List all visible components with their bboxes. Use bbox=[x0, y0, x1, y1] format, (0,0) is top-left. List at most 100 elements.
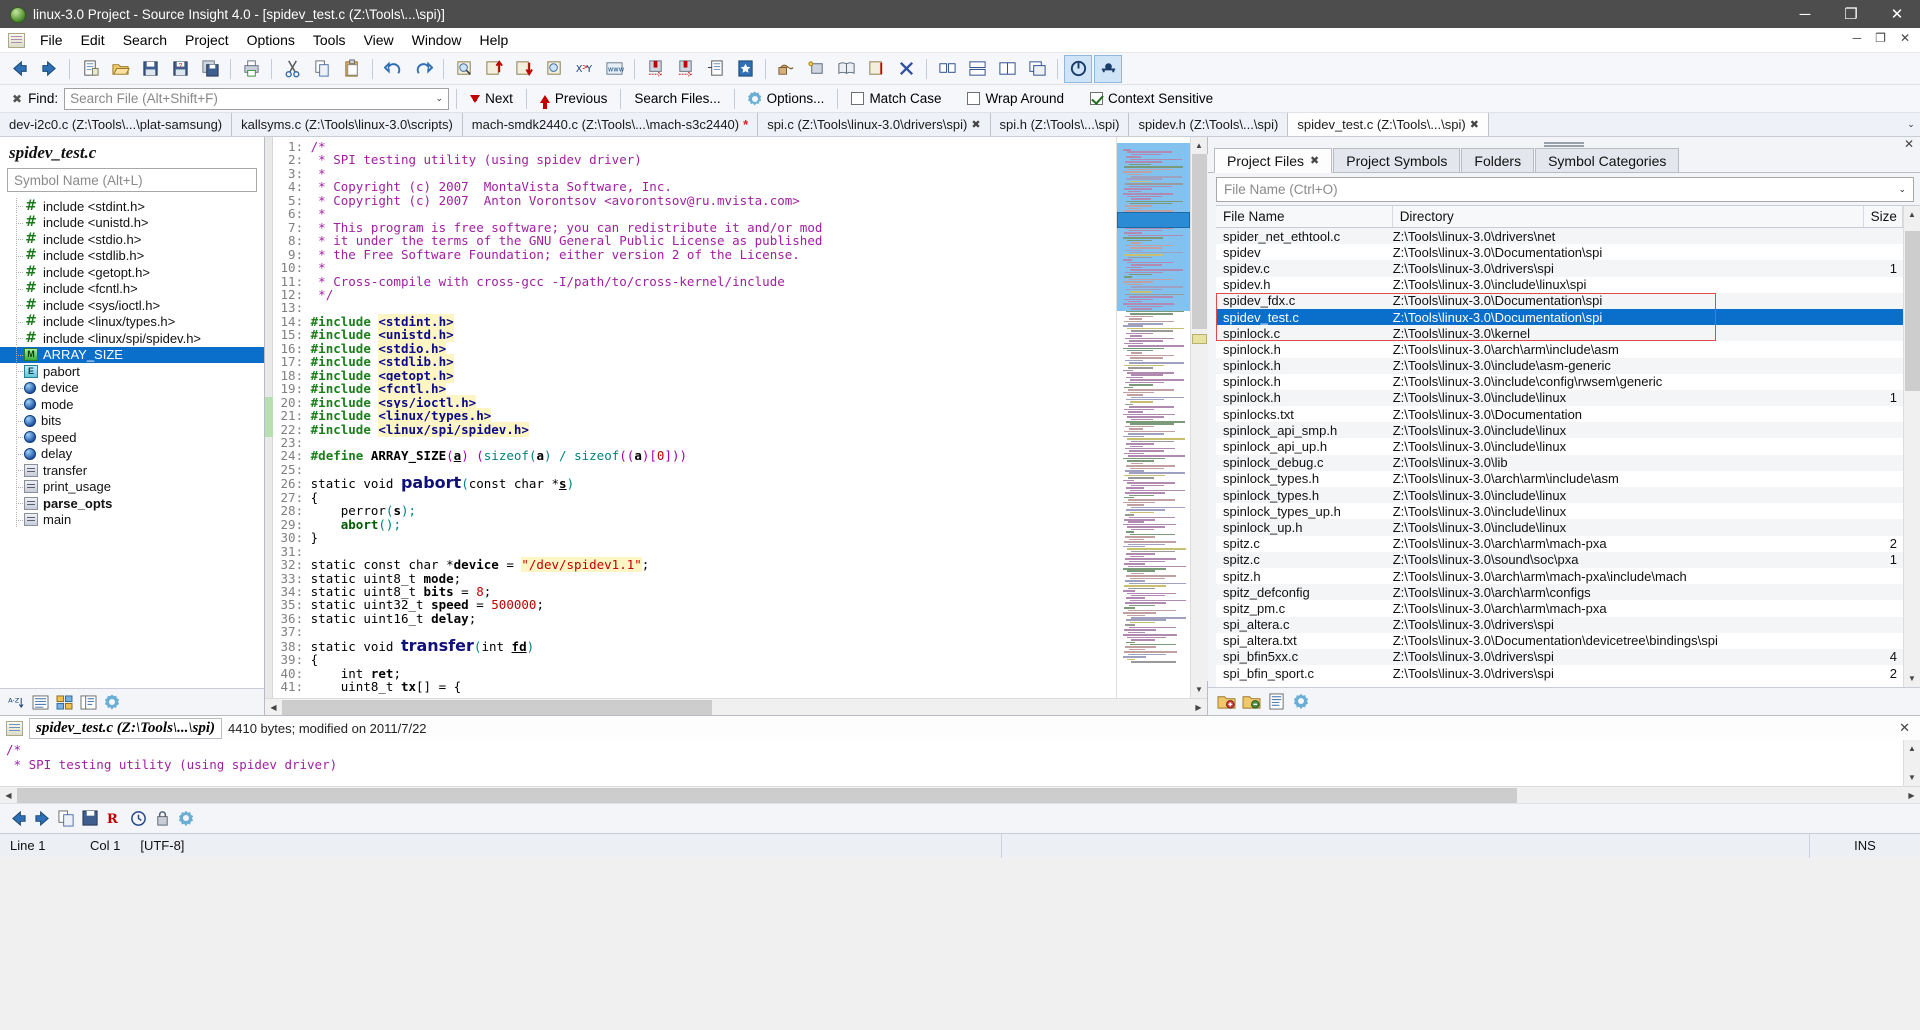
back-icon[interactable] bbox=[8, 809, 28, 828]
scroll-thumb-h[interactable] bbox=[282, 699, 712, 715]
column-header-size[interactable]: Size bbox=[1864, 206, 1903, 227]
symbol-list-item[interactable]: # include <stdio.h> bbox=[0, 231, 264, 248]
table-row[interactable]: spinlock_types.h Z:\Tools\linux-3.0\inclu… bbox=[1216, 487, 1903, 504]
back-icon[interactable] bbox=[5, 55, 33, 83]
save-as-icon[interactable]: ? bbox=[166, 55, 194, 83]
open-file-icon[interactable] bbox=[106, 55, 134, 83]
search-prev-icon[interactable] bbox=[480, 55, 508, 83]
context-horizontal-scrollbar[interactable]: ◀ ▶ bbox=[0, 786, 1920, 803]
symbol-list-item[interactable]: Epabort bbox=[0, 363, 264, 380]
chevron-down-icon[interactable]: ⌄ bbox=[436, 93, 447, 104]
window-cascade-icon[interactable] bbox=[1023, 55, 1051, 83]
find-previous-button[interactable]: Previous bbox=[534, 89, 614, 109]
undo-icon[interactable] bbox=[379, 55, 407, 83]
scroll-up-icon[interactable]: ▲ bbox=[1904, 740, 1920, 757]
copy-icon[interactable] bbox=[56, 809, 76, 828]
forward-icon[interactable] bbox=[32, 809, 52, 828]
scroll-up-icon[interactable]: ▲ bbox=[1191, 137, 1208, 154]
menu-item-help[interactable]: Help bbox=[470, 29, 517, 51]
mdi-maximize-button[interactable]: ❐ bbox=[1869, 30, 1892, 46]
table-row[interactable]: spidev_test.c Z:\Tools\linux-3.0\Document… bbox=[1216, 308, 1903, 326]
scroll-left-icon[interactable]: ◀ bbox=[265, 699, 282, 716]
lookup-ref-icon[interactable] bbox=[862, 55, 890, 83]
scroll-thumb-h[interactable] bbox=[17, 787, 1517, 803]
bookmark-prev-icon[interactable] bbox=[641, 55, 669, 83]
project-settings-icon[interactable] bbox=[1291, 692, 1311, 711]
close-tab-icon[interactable]: ✖ bbox=[971, 118, 980, 131]
scroll-track[interactable] bbox=[1903, 757, 1920, 769]
scroll-down-icon[interactable]: ▼ bbox=[1191, 681, 1208, 698]
symbol-list-item[interactable]: parse_opts bbox=[0, 495, 264, 512]
scroll-track[interactable] bbox=[1190, 154, 1208, 681]
table-row[interactable]: spitz.c Z:\Tools\linux-3.0\sound\soc\pxa 1 bbox=[1216, 551, 1903, 568]
table-row[interactable]: spinlock.h Z:\Tools\linux-3.0\include\asm… bbox=[1216, 357, 1903, 374]
find-next-button[interactable]: Next bbox=[464, 89, 519, 108]
wrap-around-checkbox[interactable]: Wrap Around bbox=[961, 89, 1070, 108]
table-row[interactable]: spi_bfin_sport.c Z:\Tools\linux-3.0\drive… bbox=[1216, 665, 1903, 681]
table-row[interactable]: spinlock_up.h Z:\Tools\linux-3.0\include\… bbox=[1216, 519, 1903, 536]
file-tab-spidev-test-c[interactable]: spidev_test.c (Z:\Tools\...\spi) ✖ bbox=[1288, 113, 1489, 136]
replace-icon[interactable]: X > Y bbox=[570, 55, 598, 83]
match-case-checkbox[interactable]: Match Case bbox=[845, 89, 947, 108]
paste-icon[interactable] bbox=[338, 55, 366, 83]
search-files-button[interactable]: Search Files... bbox=[628, 89, 726, 108]
close-button[interactable]: ✕ bbox=[1874, 0, 1920, 28]
tab-project-files[interactable]: Project Files ✖ bbox=[1214, 148, 1333, 173]
scroll-right-icon[interactable]: ▶ bbox=[1190, 699, 1207, 716]
jump-icon[interactable] bbox=[892, 55, 920, 83]
table-row[interactable]: spi_altera.txt Z:\Tools\linux-3.0\Documen… bbox=[1216, 633, 1903, 649]
window-vertical-icon[interactable] bbox=[993, 55, 1021, 83]
minimize-button[interactable]: ─ bbox=[1782, 0, 1828, 28]
link-icon[interactable] bbox=[1094, 54, 1122, 83]
reference-icon[interactable] bbox=[832, 55, 860, 83]
settings-icon[interactable] bbox=[176, 809, 196, 828]
file-tab-spi-c[interactable]: spi.c (Z:\Tools\linux-3.0\drivers\spi) ✖ bbox=[758, 113, 991, 136]
table-row[interactable]: spinlock.h Z:\Tools\linux-3.0\include\con… bbox=[1216, 374, 1903, 390]
search-icon[interactable] bbox=[450, 55, 478, 83]
history-icon[interactable] bbox=[128, 809, 148, 828]
table-row[interactable]: spinlock_types.h Z:\Tools\linux-3.0\arch\… bbox=[1216, 471, 1903, 487]
symbol-search-input[interactable]: Symbol Name (Alt+L) bbox=[7, 168, 257, 192]
table-row[interactable]: spinlock_api_up.h Z:\Tools\linux-3.0\incl… bbox=[1216, 438, 1903, 454]
bookmark-toggle-icon[interactable] bbox=[731, 55, 759, 83]
copy-icon[interactable] bbox=[308, 55, 336, 83]
table-row[interactable]: spi_bfin5xx.c Z:\Tools\linux-3.0\drivers\… bbox=[1216, 648, 1903, 666]
lock-icon[interactable] bbox=[152, 809, 172, 828]
code-text[interactable]: 1: /* 2: * SPI testing utility (using sp… bbox=[273, 137, 1116, 694]
mdi-close-button[interactable]: ✕ bbox=[1894, 30, 1916, 46]
window-horizontal-icon[interactable] bbox=[963, 55, 991, 83]
cut-icon[interactable] bbox=[278, 55, 306, 83]
table-row[interactable]: spitz.h Z:\Tools\linux-3.0\arch\arm\mach-… bbox=[1216, 568, 1903, 584]
new-file-icon[interactable] bbox=[76, 55, 104, 83]
table-row[interactable]: spitz_defconfig Z:\Tools\linux-3.0\arch\a… bbox=[1216, 584, 1903, 601]
scroll-track-h[interactable] bbox=[17, 787, 1903, 804]
scroll-thumb[interactable] bbox=[1904, 231, 1920, 391]
save-icon[interactable] bbox=[80, 809, 100, 828]
symbol-list-item[interactable]: mode bbox=[0, 396, 264, 413]
column-header-directory[interactable]: Directory bbox=[1393, 206, 1864, 227]
jump-to-def-icon[interactable] bbox=[772, 55, 800, 83]
table-row[interactable]: spinlock_api_smp.h Z:\Tools\linux-3.0\inc… bbox=[1216, 422, 1903, 439]
close-panel-icon[interactable]: ✕ bbox=[1904, 137, 1914, 151]
browse-web-icon[interactable]: www bbox=[600, 55, 628, 83]
add-file-icon[interactable] bbox=[1216, 692, 1236, 711]
outline-icon[interactable] bbox=[78, 693, 98, 712]
relation-icon[interactable]: R bbox=[104, 809, 124, 828]
symbol-list-item[interactable]: # include <stdint.h> bbox=[0, 198, 264, 215]
editor-vertical-scrollbar[interactable]: ▲ ▼ bbox=[1190, 137, 1208, 698]
file-tab-kallsyms[interactable]: kallsyms.c (Z:\Tools\linux-3.0\scripts) bbox=[232, 113, 463, 136]
bookmark-next-icon[interactable] bbox=[671, 55, 699, 83]
tab-symbol-categories[interactable]: Symbol Categories bbox=[1535, 148, 1680, 172]
bookmark-list-icon[interactable] bbox=[701, 55, 729, 83]
tab-overflow-button[interactable]: ⌄ bbox=[1902, 113, 1920, 136]
find-input[interactable]: Search File (Alt+Shift+F) ⌄ bbox=[64, 87, 450, 110]
smart-rename-icon[interactable] bbox=[802, 55, 830, 83]
scroll-down-icon[interactable]: ▼ bbox=[1904, 769, 1920, 786]
scroll-right-icon[interactable]: ▶ bbox=[1903, 787, 1920, 804]
table-row[interactable]: spi_altera.c Z:\Tools\linux-3.0\drivers\s… bbox=[1216, 616, 1903, 633]
symbol-list-item[interactable]: M ARRAY_SIZE bbox=[0, 346, 264, 363]
table-row[interactable]: spitz.c Z:\Tools\linux-3.0\arch\arm\mach-… bbox=[1216, 536, 1903, 552]
table-row[interactable]: spinlock_debug.c Z:\Tools\linux-3.0\lib bbox=[1216, 454, 1903, 471]
symbol-list-item[interactable]: # include <getopt.h> bbox=[0, 264, 264, 281]
symbol-list-item[interactable]: device bbox=[0, 379, 264, 397]
